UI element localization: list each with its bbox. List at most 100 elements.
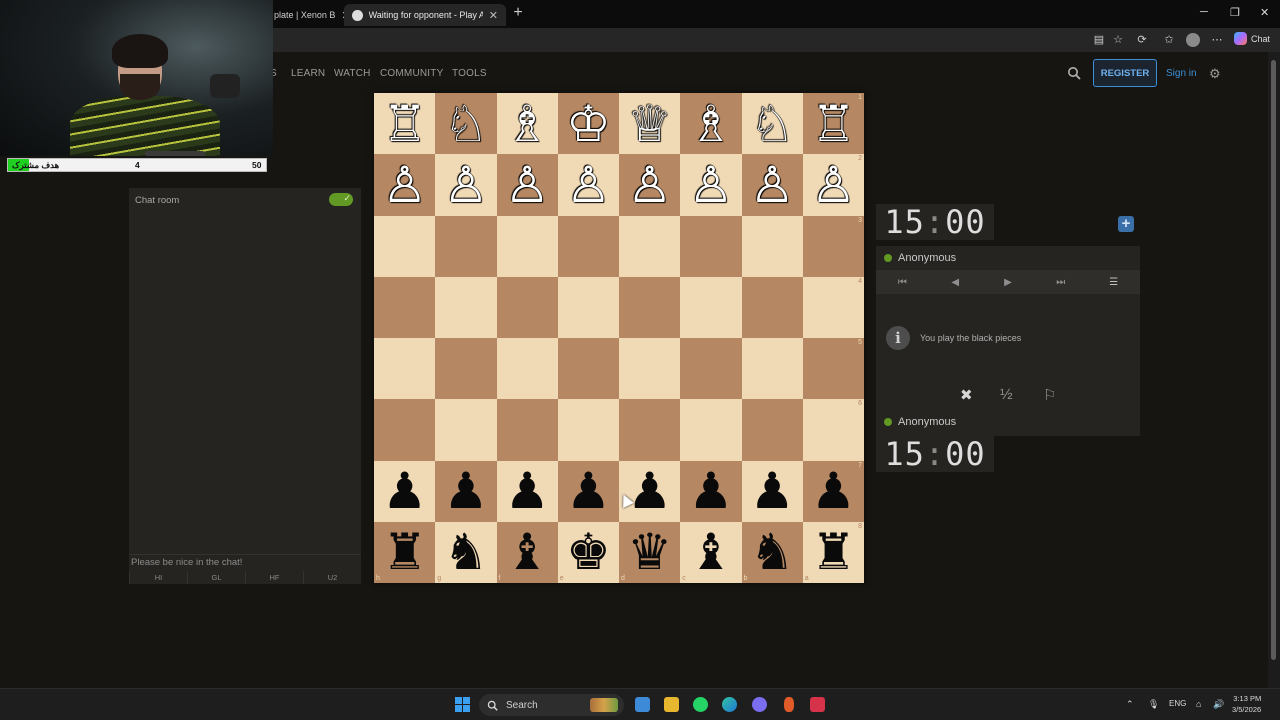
favorite-star-icon[interactable]: ☆ [1111, 33, 1125, 47]
sign-in-link[interactable]: Sign in [1166, 68, 1197, 79]
copilot-button[interactable]: Chat [1234, 32, 1270, 45]
board-square[interactable] [435, 276, 497, 338]
white-pawn-piece[interactable]: ♙ [566, 160, 611, 210]
board-square[interactable]: ♕ [619, 93, 681, 155]
mic-tray-icon[interactable]: 🎙 [1148, 699, 1159, 710]
whatsapp-icon[interactable] [693, 697, 708, 712]
board-square[interactable]: ♙ [741, 154, 803, 216]
board-square[interactable]: ♜ 8 a [802, 521, 864, 583]
abort-game-button[interactable]: ✖ [960, 386, 973, 404]
board-square[interactable] [496, 338, 558, 400]
preset-hf[interactable]: HF [245, 571, 303, 584]
chat-toggle[interactable] [329, 193, 353, 206]
tab-lichess[interactable]: Waiting for opponent - Play Anon ✕ [344, 4, 506, 26]
white-pawn-piece[interactable]: ♙ [382, 160, 427, 210]
board-square[interactable]: ♝ c [680, 521, 742, 583]
volume-icon[interactable]: 🔊 [1213, 699, 1224, 710]
black-king-piece[interactable]: ♚ [566, 527, 611, 577]
board-square[interactable] [680, 215, 742, 277]
add-time-button[interactable]: + [1118, 216, 1134, 232]
board-square[interactable]: ♖ 1 [802, 93, 864, 155]
board-square[interactable] [374, 276, 436, 338]
white-knight-piece[interactable]: ♘ [750, 99, 795, 149]
board-square[interactable]: ♙ 2 [802, 154, 864, 216]
board-square[interactable] [680, 338, 742, 400]
board-square[interactable] [374, 399, 436, 461]
discord-icon[interactable] [752, 697, 767, 712]
own-player[interactable]: Anonymous [876, 410, 1140, 434]
white-queen-piece[interactable]: ♕ [627, 99, 672, 149]
board-square[interactable]: ♙ [557, 154, 619, 216]
resign-flag-icon[interactable]: ⚐ [1043, 386, 1056, 404]
board-square[interactable] [435, 338, 497, 400]
minimize-icon[interactable]: ─ [1200, 6, 1208, 18]
board-square[interactable]: ♜ h [374, 521, 436, 583]
board-square[interactable]: ♔ [557, 93, 619, 155]
tray-chevron-icon[interactable]: ⌃ [1126, 699, 1134, 710]
white-bishop-piece[interactable]: ♗ [688, 99, 733, 149]
black-bishop-piece[interactable]: ♝ [505, 527, 550, 577]
black-knight-piece[interactable]: ♞ [750, 527, 795, 577]
profile-avatar-icon[interactable] [1186, 33, 1200, 47]
black-pawn-piece[interactable]: ♟ [750, 466, 795, 516]
register-button[interactable]: REGISTER [1093, 59, 1157, 87]
taskbar-search[interactable]: Search [479, 694, 624, 716]
nav-item-tools[interactable]: TOOLS [452, 68, 487, 79]
board-square[interactable]: 6 [802, 399, 864, 461]
board-square[interactable]: ♙ [435, 154, 497, 216]
board-square[interactable]: ♘ [741, 93, 803, 155]
close-icon[interactable]: ✕ [489, 9, 498, 22]
white-pawn-piece[interactable]: ♙ [688, 160, 733, 210]
previous-move-icon[interactable]: ◀ [929, 277, 982, 288]
board-square[interactable] [435, 215, 497, 277]
board-square[interactable]: ♘ [435, 93, 497, 155]
offer-draw-button[interactable]: ½ [1000, 386, 1013, 403]
scrollbar-thumb[interactable] [1271, 60, 1276, 660]
network-icon[interactable]: ⌂ [1196, 699, 1201, 709]
board-square[interactable]: ♙ [374, 154, 436, 216]
board-square[interactable] [741, 276, 803, 338]
white-pawn-piece[interactable]: ♙ [443, 160, 488, 210]
white-pawn-piece[interactable]: ♙ [750, 160, 795, 210]
black-pawn-piece[interactable]: ♟ [505, 466, 550, 516]
board-square[interactable]: ♟ [557, 460, 619, 522]
black-rook-piece[interactable]: ♜ [811, 527, 856, 577]
close-window-icon[interactable]: ✕ [1260, 6, 1269, 19]
board-square[interactable] [496, 215, 558, 277]
board-square[interactable] [374, 215, 436, 277]
board-square[interactable] [557, 338, 619, 400]
last-move-icon[interactable]: ⏭ [1034, 277, 1087, 288]
black-pawn-piece[interactable]: ♟ [443, 466, 488, 516]
white-knight-piece[interactable]: ♘ [443, 99, 488, 149]
search-icon[interactable] [1067, 66, 1081, 80]
taskbar-clock[interactable]: 3:13 PM 3/5/2026 [1232, 693, 1261, 715]
board-square[interactable] [741, 215, 803, 277]
white-rook-piece[interactable]: ♖ [382, 99, 427, 149]
board-square[interactable]: ♟ [435, 460, 497, 522]
board-square[interactable] [741, 338, 803, 400]
board-square[interactable]: ♗ [680, 93, 742, 155]
chess-board[interactable]: ♖ ♘ ♗ ♔ ♕ ♗ ♘ ♖ 1 ♙ ♙ ♙ ♙ ♙ ♙ ♙ ♙ 2 3 4 5 6 ♟ ♟ ♟ ♟ ♟ ♟ ♟ ♟ 7 ♜ h ♞ g ♝ f ♚ e ♛… [374, 93, 864, 583]
chat-input[interactable]: Please be nice in the chat! [129, 554, 361, 570]
board-square[interactable]: 4 [802, 276, 864, 338]
board-square[interactable] [741, 399, 803, 461]
board-square[interactable]: ♗ [496, 93, 558, 155]
board-square[interactable]: ♞ g [435, 521, 497, 583]
next-move-icon[interactable]: ▶ [982, 277, 1035, 288]
reading-view-icon[interactable]: ▤ [1092, 33, 1106, 47]
board-square[interactable]: ♛ d [619, 521, 681, 583]
board-square[interactable] [619, 338, 681, 400]
nav-item-watch[interactable]: WATCH [334, 68, 371, 79]
board-square[interactable]: ♝ f [496, 521, 558, 583]
board-square[interactable] [557, 399, 619, 461]
black-pawn-piece[interactable]: ♟ [811, 466, 856, 516]
board-square[interactable]: ♞ b [741, 521, 803, 583]
board-square[interactable]: ♟ [496, 460, 558, 522]
edge-browser-icon[interactable] [722, 697, 737, 712]
opponent-player[interactable]: Anonymous [876, 246, 1140, 270]
black-bishop-piece[interactable]: ♝ [688, 527, 733, 577]
preset-gl[interactable]: GL [187, 571, 245, 584]
board-square[interactable]: 3 [802, 215, 864, 277]
menu-icon[interactable]: ☰ [1087, 277, 1140, 288]
refresh-icon[interactable]: ⟳ [1135, 33, 1149, 47]
